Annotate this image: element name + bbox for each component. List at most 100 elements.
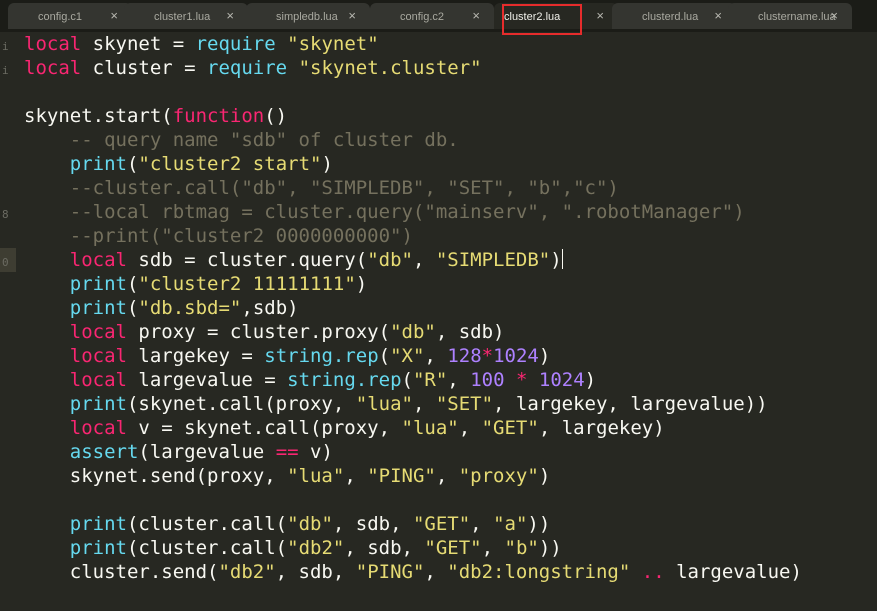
gutter-mark xyxy=(2,472,12,496)
code-line[interactable]: print(skynet.call(proxy, "lua", "SET", l… xyxy=(24,392,768,416)
string-token: "skynet" xyxy=(287,33,379,55)
string-token: "PING" xyxy=(355,561,425,583)
text-token: sdb = cluster.query( xyxy=(126,249,368,271)
string-token: "GET" xyxy=(412,513,471,535)
gutter-mark xyxy=(2,328,12,352)
code-line[interactable]: cluster.send("db2", sdb, "PING", "db2:lo… xyxy=(24,560,802,584)
gutter-mark xyxy=(2,232,12,256)
text-token: ) xyxy=(584,369,597,391)
comment-token: --cluster.call("db", "SIMPLEDB", "SET", … xyxy=(69,177,619,199)
code-line[interactable]: -- query name "sdb" of cluster db. xyxy=(24,128,459,152)
string-token: "GET" xyxy=(481,417,539,439)
code-editor[interactable]: ii80 local skynet = require "skynet" loca… xyxy=(0,32,877,611)
text-token: )) xyxy=(538,537,562,559)
text-token: , xyxy=(481,537,505,559)
number-token: 1024 xyxy=(538,369,585,391)
tab-label: clustername.lua xyxy=(758,11,836,23)
text-token: largevalue) xyxy=(664,561,802,583)
code-line[interactable]: assert(largevalue == v) xyxy=(24,440,333,464)
text-token: , largekey, largevalue)) xyxy=(493,393,768,415)
code-line[interactable]: --cluster.call("db", "SIMPLEDB", "SET", … xyxy=(24,176,619,200)
gutter-mark xyxy=(2,136,12,160)
tab-config-c1[interactable]: config.c1 × xyxy=(8,3,132,29)
gutter-mark xyxy=(2,544,12,568)
text-token: ) xyxy=(355,273,368,295)
gutter-mark xyxy=(2,568,12,592)
keyword-token: local xyxy=(69,345,127,367)
text-token: , sdb, xyxy=(344,537,425,559)
tab-simpledb-lua[interactable]: simpledb.lua × xyxy=(246,3,370,29)
close-icon[interactable]: × xyxy=(830,8,838,23)
code-line[interactable]: print(cluster.call("db2", sdb, "GET", "b… xyxy=(24,536,562,560)
code-line[interactable]: local sdb = cluster.query("db", "SIMPLED… xyxy=(24,248,564,272)
text-token: , xyxy=(470,513,494,535)
text-token: (skynet.call(proxy, xyxy=(126,393,356,415)
function-token: print xyxy=(69,513,127,535)
code-line[interactable]: print("cluster2 start") xyxy=(24,152,333,176)
code-line[interactable]: print("cluster2 11111111") xyxy=(24,272,367,296)
code-line[interactable]: local proxy = cluster.proxy("db", sdb) xyxy=(24,320,505,344)
close-icon[interactable]: × xyxy=(596,8,604,23)
text-token: largekey = xyxy=(126,345,265,367)
close-icon[interactable]: × xyxy=(226,8,234,23)
text-token: largevalue = xyxy=(126,369,288,391)
code-line[interactable]: skynet.send(proxy, "lua", "PING", "proxy… xyxy=(24,464,551,488)
code-line[interactable]: --local rbtmag = cluster.query("mainserv… xyxy=(24,200,745,224)
keyword-token: local xyxy=(69,417,127,439)
close-icon[interactable]: × xyxy=(348,8,356,23)
comment-token: -- query name "sdb" of cluster db. xyxy=(69,129,459,151)
text-token: ( xyxy=(126,153,139,175)
function-token: string.rep xyxy=(264,345,379,367)
function-token: print xyxy=(69,273,127,295)
gutter-mark xyxy=(2,520,12,544)
string-token: "SET" xyxy=(435,393,494,415)
line-gutter: ii 8 0 xyxy=(0,32,14,611)
gutter-mark: 8 xyxy=(2,208,9,221)
keyword-token: local xyxy=(69,321,127,343)
code-line[interactable]: local cluster = require "skynet.cluster" xyxy=(24,56,482,80)
text-token: , xyxy=(412,249,436,271)
code-line[interactable]: local largekey = string.rep("X", 128*102… xyxy=(24,344,551,368)
text-token: ) xyxy=(538,465,551,487)
text-token: (cluster.call( xyxy=(126,537,288,559)
close-icon[interactable]: × xyxy=(714,8,722,23)
tab-clustername-lua[interactable]: clustername.lua × xyxy=(728,3,852,29)
code-line[interactable]: --print("cluster2 0000000000") xyxy=(24,224,413,248)
tab-clusterd-lua[interactable]: clusterd.lua × xyxy=(612,3,736,29)
code-line[interactable]: local v = skynet.call(proxy, "lua", "GET… xyxy=(24,416,665,440)
text-token: proxy = cluster.proxy( xyxy=(126,321,391,343)
text-token: skynet.send(proxy, xyxy=(24,465,288,487)
text-token: ( xyxy=(126,273,139,295)
keyword-token: local xyxy=(69,249,127,271)
code-line[interactable]: local largevalue = string.rep("R", 100 *… xyxy=(24,368,596,392)
function-token: assert xyxy=(69,441,139,463)
keyword-token: function xyxy=(172,105,265,127)
code-line[interactable]: local skynet = require "skynet" xyxy=(24,32,379,56)
text-token: ) xyxy=(321,153,333,175)
tab-config-c2[interactable]: config.c2 × xyxy=(370,3,494,29)
operator-token: * xyxy=(481,345,494,367)
code-line[interactable]: skynet.start(function() xyxy=(24,104,287,128)
string-token: "db" xyxy=(390,321,436,343)
tab-cluster1-lua[interactable]: cluster1.lua × xyxy=(124,3,248,29)
close-icon[interactable]: × xyxy=(472,8,480,23)
string-token: "X" xyxy=(390,345,425,367)
text-token: ( xyxy=(401,369,413,391)
text-token: v) xyxy=(298,441,333,463)
comment-token: --local rbtmag = cluster.query("mainserv… xyxy=(69,201,745,223)
text-token: , xyxy=(435,465,459,487)
gutter-mark xyxy=(2,280,12,304)
code-line[interactable]: print("db.sbd=",sdb) xyxy=(24,296,299,320)
number-token: 128 xyxy=(447,345,482,367)
code-line[interactable]: print(cluster.call("db", sdb, "GET", "a"… xyxy=(24,512,551,536)
text-token: (largevalue xyxy=(138,441,276,463)
close-icon[interactable]: × xyxy=(110,8,118,23)
